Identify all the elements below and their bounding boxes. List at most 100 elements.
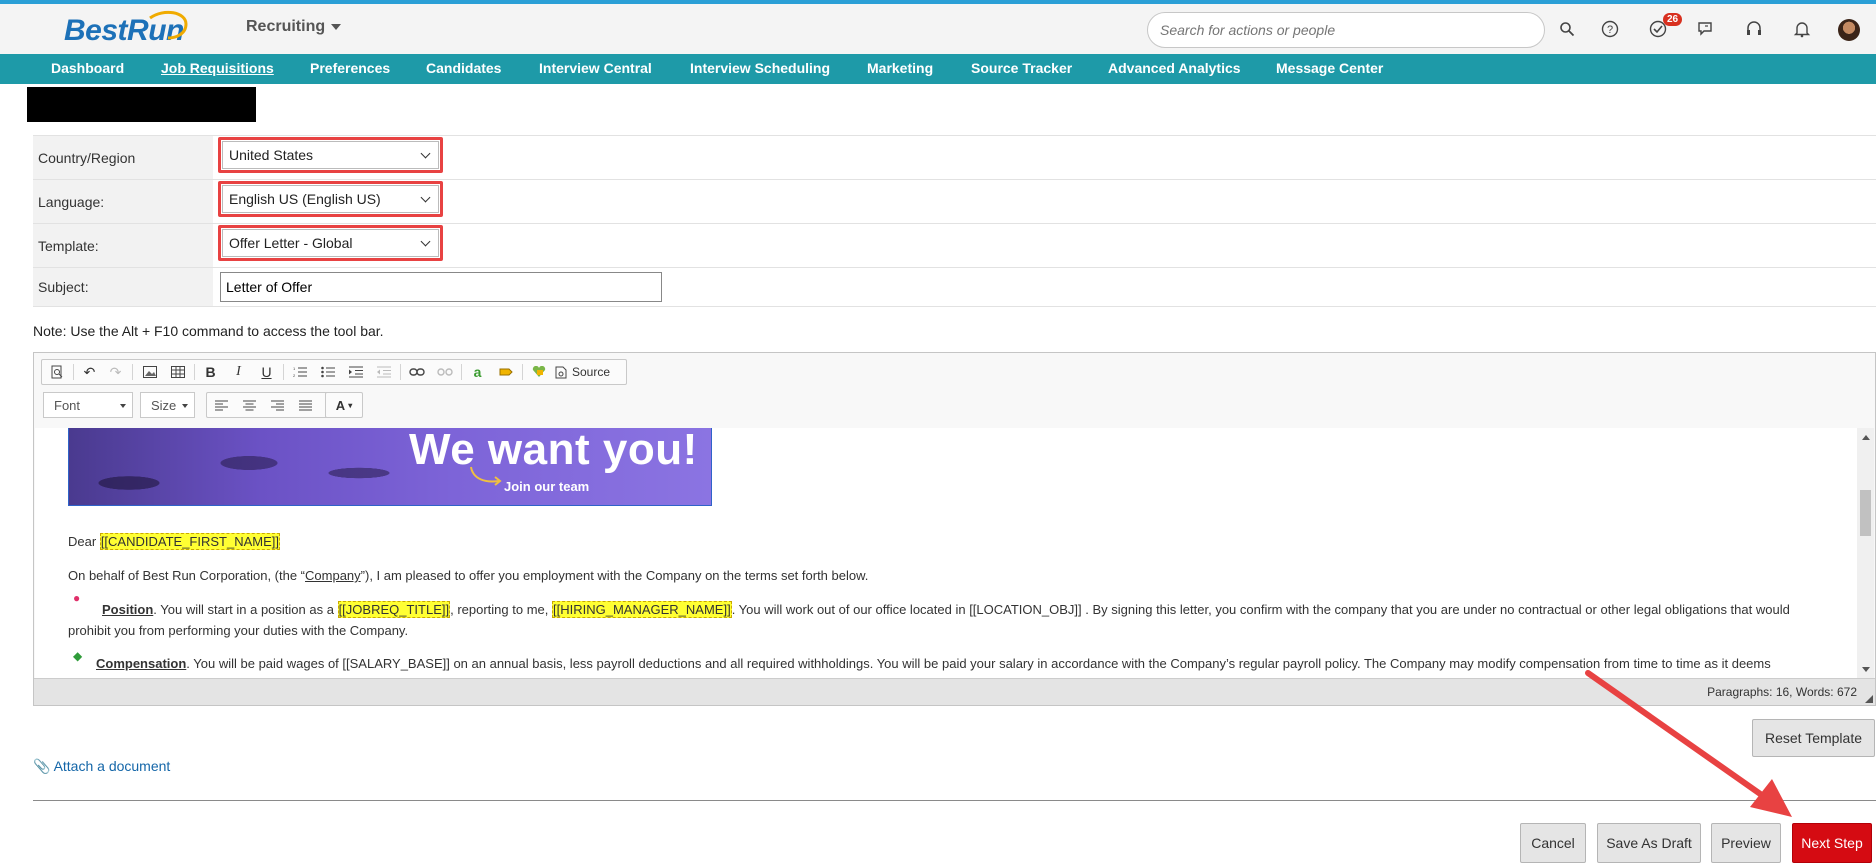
chevron-down-icon xyxy=(182,404,188,408)
subject-input[interactable] xyxy=(220,272,662,302)
search-input[interactable] xyxy=(1147,12,1545,48)
nav-item-preferences[interactable]: Preferences xyxy=(310,60,390,76)
curved-arrow-icon xyxy=(470,466,502,486)
nav-item-source-tracker[interactable]: Source Tracker xyxy=(971,60,1072,76)
align-left-icon[interactable] xyxy=(208,393,235,417)
banner-headline: We want you! xyxy=(409,428,698,474)
jobreq-title-token: [[JOBREQ_TITLE]] xyxy=(337,601,451,618)
source-button[interactable]: Source xyxy=(551,360,616,384)
module-switcher[interactable]: Recruiting xyxy=(246,18,342,36)
nav-item-message-center[interactable]: Message Center xyxy=(1276,60,1383,76)
align-right-icon[interactable] xyxy=(264,393,291,417)
underline-icon[interactable]: U xyxy=(253,360,280,384)
editor-toolbar-row2 xyxy=(206,392,336,418)
header-bar: BestRun Recruiting ? 26 xyxy=(0,4,1876,54)
toolbar-separator xyxy=(522,364,523,380)
nav-item-interview-scheduling[interactable]: Interview Scheduling xyxy=(690,60,830,76)
svg-text:?: ? xyxy=(1607,24,1613,36)
bell-icon[interactable] xyxy=(1791,18,1813,40)
table-icon[interactable] xyxy=(164,360,191,384)
chevron-down-icon xyxy=(331,23,342,30)
nav-item-job-requisitions[interactable]: Job Requisitions xyxy=(161,60,274,76)
annotation-arrow-icon xyxy=(1585,670,1792,817)
nav-item-interview-central[interactable]: Interview Central xyxy=(539,60,652,76)
unlink-icon[interactable] xyxy=(431,360,458,384)
feedback-icon[interactable] xyxy=(1695,18,1717,40)
bullet-diamond-icon: ◆ xyxy=(73,649,83,663)
text-color-group: A ▾ xyxy=(325,392,363,418)
text-color-icon[interactable]: A ▾ xyxy=(326,393,362,417)
bulleted-list-icon[interactable] xyxy=(314,360,341,384)
help-icon[interactable]: ? xyxy=(1599,18,1621,40)
indent-icon[interactable] xyxy=(342,360,369,384)
headset-support-icon[interactable] xyxy=(1743,18,1765,40)
toolbar-separator xyxy=(461,364,462,380)
bold-icon[interactable]: B xyxy=(197,360,224,384)
redo-icon[interactable]: ↷ xyxy=(102,360,129,384)
letter-greeting: Dear [[CANDIDATE_FIRST_NAME]] xyxy=(68,533,280,550)
main-navigation: Dashboard Job Requisitions Preferences C… xyxy=(0,54,1876,84)
attach-document-link[interactable]: 📎 Attach a document xyxy=(33,758,170,775)
toolbar-separator xyxy=(194,364,195,380)
scroll-down-icon[interactable] xyxy=(1862,667,1870,672)
letter-intro-paragraph: On behalf of Best Run Corporation, (the … xyxy=(68,568,869,583)
country-label: Country/Region xyxy=(33,136,213,179)
link-icon[interactable] xyxy=(403,360,430,384)
search-icon[interactable] xyxy=(1556,18,1578,40)
nav-item-advanced-analytics[interactable]: Advanced Analytics xyxy=(1108,60,1241,76)
toolbar-separator xyxy=(73,364,74,380)
paperclip-icon: 📎 xyxy=(33,758,51,774)
chevron-down-icon xyxy=(120,404,126,408)
font-combo[interactable]: Font xyxy=(43,392,133,418)
svg-text:1: 1 xyxy=(293,366,296,371)
merge-field-icon[interactable] xyxy=(525,360,552,384)
align-center-icon[interactable] xyxy=(236,393,263,417)
source-doc-icon xyxy=(555,366,567,378)
editor-toolbar-row1: ↶ ↷ B I U 12 a Source xyxy=(41,359,627,385)
nav-item-marketing[interactable]: Marketing xyxy=(867,60,933,76)
banner-cta: Join our team xyxy=(504,479,590,494)
next-step-button[interactable]: Next Step xyxy=(1792,823,1872,863)
nav-item-dashboard[interactable]: Dashboard xyxy=(51,60,124,76)
token-insert-icon[interactable] xyxy=(492,360,519,384)
notifications-badge: 26 xyxy=(1663,13,1683,26)
size-combo[interactable]: Size xyxy=(140,392,195,418)
italic-icon[interactable]: I xyxy=(225,360,252,384)
image-icon[interactable] xyxy=(136,360,163,384)
undo-icon[interactable]: ↶ xyxy=(76,360,103,384)
user-avatar[interactable] xyxy=(1838,19,1860,41)
outdent-icon[interactable] xyxy=(370,360,397,384)
justify-icon[interactable] xyxy=(292,393,319,417)
highlight-outline xyxy=(218,137,443,173)
template-label: Template: xyxy=(33,224,213,267)
recruiting-banner-image: We want you! Join our team xyxy=(68,428,712,506)
svg-text:2: 2 xyxy=(293,373,296,378)
banner-people-photo xyxy=(69,428,399,505)
subject-label: Subject: xyxy=(33,268,213,306)
logo-swoosh-icon xyxy=(149,10,188,40)
preview-button[interactable]: Preview xyxy=(1711,823,1781,863)
scroll-up-icon[interactable] xyxy=(1862,435,1870,440)
toolbar-separator xyxy=(400,364,401,380)
resize-grip-icon[interactable] xyxy=(1865,695,1873,703)
language-label: Language: xyxy=(33,180,213,223)
editor-scrollbar[interactable] xyxy=(1857,428,1874,679)
cancel-button[interactable]: Cancel xyxy=(1520,823,1586,863)
candidate-name-token: [[CANDIDATE_FIRST_NAME]] xyxy=(99,533,280,550)
highlight-outline xyxy=(218,181,443,217)
highlight-outline xyxy=(218,225,443,261)
editor-content[interactable]: We want you! Join our team Dear [[CANDID… xyxy=(35,428,1858,679)
save-as-draft-button[interactable]: Save As Draft xyxy=(1597,823,1701,863)
toolbar-separator xyxy=(132,364,133,380)
scroll-thumb[interactable] xyxy=(1860,490,1871,536)
bestrun-logo[interactable]: BestRun xyxy=(64,10,188,54)
nav-item-candidates[interactable]: Candidates xyxy=(426,60,501,76)
letter-compensation-paragraph: Compensation. You will be paid wages of … xyxy=(96,656,1771,671)
rich-text-editor: ↶ ↷ B I U 12 a Source Font Size A ▾ We w… xyxy=(33,352,1876,706)
spellcheck-icon[interactable]: a xyxy=(464,360,491,384)
letter-position-paragraph-cont: prohibit you from performing your duties… xyxy=(68,623,409,638)
numbered-list-icon[interactable]: 12 xyxy=(286,360,313,384)
preview-doc-icon[interactable] xyxy=(43,360,70,384)
letter-position-paragraph: Position. You will start in a position a… xyxy=(102,601,1790,618)
hiring-manager-token: [[HIRING_MANAGER_NAME]] xyxy=(551,601,732,618)
